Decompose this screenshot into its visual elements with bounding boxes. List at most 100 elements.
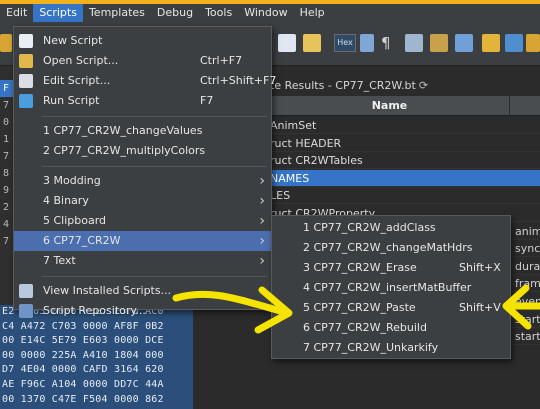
menu-item-label: 6 CP77_CR2W — [43, 234, 121, 247]
result-value: startFr — [515, 312, 540, 326]
result-name-text: AnimSet — [270, 119, 317, 132]
bookmark-icon[interactable] — [526, 34, 540, 52]
menu-scripts[interactable]: Scripts — [33, 4, 83, 22]
result-name-text: ruct HEADER — [270, 136, 342, 150]
menu-item-run-script[interactable]: Run Script F7 — [14, 91, 271, 111]
name-column-header[interactable]: Name — [270, 96, 510, 116]
view-scripts-icon — [19, 284, 33, 298]
value-column-header[interactable] — [511, 96, 540, 116]
offset-cell: 7 — [3, 100, 10, 111]
menu-item-label: 1 CP77_CR2W_changeValues — [43, 124, 203, 137]
result-row[interactable]: NAMES — [270, 169, 540, 187]
menu-item-folder-3-modding[interactable]: 3 Modding › — [14, 171, 271, 191]
run-script-icon — [19, 94, 33, 108]
menu-item-folder-6-cp77-cr2w[interactable]: 6 CP77_CR2W › — [14, 231, 271, 251]
offset-cell: 2 — [3, 202, 10, 213]
result-name-text: ruct CR2WTables — [270, 154, 363, 168]
menu-item-label: 4 Binary — [43, 194, 89, 207]
cp77-cr2w-submenu: 1 CP77_CR2W_addClass 2 CP77_CR2W_changeMa… — [271, 215, 511, 359]
result-value: frame — [515, 277, 540, 291]
offset-cell: 7 — [3, 151, 10, 162]
result-name: AnimSet — [270, 117, 510, 133]
hex-row[interactable]: 00 0000 225A A410 1804 000 — [0, 349, 193, 364]
menu-debug[interactable]: Debug — [151, 4, 199, 22]
chevron-right-icon: › — [259, 173, 265, 189]
menu-item-label: New Script — [43, 34, 103, 47]
menu-edit[interactable]: Edit — [0, 4, 33, 22]
goto-icon[interactable] — [455, 34, 473, 52]
menu-item-shortcut: F7 — [200, 94, 214, 107]
menu-item-label: Edit Script... — [43, 74, 111, 87]
result-value: anima — [515, 224, 540, 238]
submenu-item-2-cp77-cr2w-changemathdrs[interactable]: 2 CP77_CR2W_changeMatHdrs — [272, 238, 510, 258]
menu-item-label: 7 Text — [43, 254, 76, 267]
find-replace-icon[interactable] — [430, 34, 448, 52]
submenu-item-6-cp77-cr2w-rebuild[interactable]: 6 CP77_CR2W_Rebuild — [272, 318, 510, 338]
find-icon[interactable] — [405, 34, 423, 52]
folder-icon[interactable] — [0, 34, 12, 52]
hex-row[interactable]: D7 4E04 0000 CAFD 3164 620 — [0, 363, 193, 378]
menu-help[interactable]: Help — [294, 4, 331, 22]
pilcrow-icon[interactable]: ¶ — [381, 34, 391, 52]
menu-tools[interactable]: Tools — [199, 4, 238, 22]
script-icon[interactable] — [303, 34, 321, 52]
menu-item-shortcut: Shift+V — [459, 301, 501, 314]
menu-item-shortcut: Ctrl+Shift+F7 — [200, 74, 277, 87]
result-row[interactable]: ruct HEADER — [270, 135, 540, 152]
result-value: events — [515, 295, 540, 308]
submenu-item-4-cp77-cr2w-insertmatbuffer[interactable]: 4 CP77_CR2W_insertMatBuffer — [272, 278, 510, 298]
arrow-icon[interactable] — [505, 34, 523, 52]
menu-item-label: 2 CP77_CR2W_multiplyColors — [43, 144, 206, 157]
template-results-title: te Results - CP77_CR2W.bt ⟳ — [270, 78, 540, 94]
chevron-right-icon: › — [259, 193, 265, 209]
result-row[interactable]: ruct CR2WTables — [270, 152, 540, 170]
menu-item-folder-4-binary[interactable]: 4 Binary › — [14, 191, 271, 211]
menu-item-label: Run Script — [43, 94, 100, 107]
result-row[interactable]: LES — [270, 187, 540, 205]
menu-item-recent-script[interactable]: 1 CP77_CR2W_changeValues — [14, 121, 271, 141]
submenu-item-3-cp77-cr2w-erase[interactable]: 3 CP77_CR2W_Erase Shift+X — [272, 258, 510, 278]
menu-item-recent-script[interactable]: 2 CP77_CR2W_multiplyColors — [14, 141, 271, 161]
menu-item-new-script[interactable]: New Script — [14, 31, 271, 51]
edit-script-icon — [19, 74, 33, 88]
hex-row[interactable]: AE F96C A104 0000 DD7C 44A — [0, 378, 193, 393]
new-script-icon — [19, 34, 33, 48]
hex-mode-button[interactable]: Hex — [334, 34, 356, 52]
hex-row[interactable]: C4 A472 C703 0000 AF8F 0B2 — [0, 320, 193, 335]
submenu-item-5-cp77-cr2w-paste[interactable]: 5 CP77_CR2W_Paste Shift+V — [272, 298, 510, 318]
submenu-item-1-cp77-cr2w-addclass[interactable]: 1 CP77_CR2W_addClass — [272, 218, 510, 238]
menu-templates[interactable]: Templates — [83, 4, 151, 22]
refresh-icon[interactable]: ⟳ — [419, 79, 428, 92]
offset-cell: 1 — [3, 134, 10, 145]
menu-window[interactable]: Window — [238, 4, 293, 22]
open-script-icon — [19, 54, 33, 68]
menu-item-label: 3 CP77_CR2W_Erase — [303, 261, 417, 274]
menu-item-script-repository[interactable]: Script Repository... — [14, 301, 271, 321]
menu-item-folder-5-clipboard[interactable]: 5 Clipboard › — [14, 211, 271, 231]
menu-item-label: Open Script... — [43, 54, 119, 67]
calculator-icon[interactable] — [482, 34, 500, 52]
menu-item-label: 3 Modding — [43, 174, 101, 187]
view-icon[interactable] — [360, 34, 374, 52]
offset-cell: F — [0, 80, 14, 97]
menu-item-open-script[interactable]: Open Script... Ctrl+F7 — [14, 51, 271, 71]
menu-item-edit-script[interactable]: Edit Script... Ctrl+Shift+F7 — [14, 71, 276, 91]
chevron-right-icon: › — [259, 253, 265, 269]
offset-cell: 0 — [3, 117, 10, 128]
hex-row[interactable]: 00 E14C 5E79 E603 0000 DCE — [0, 334, 193, 349]
document-icon[interactable] — [278, 34, 296, 52]
result-row[interactable]: AnimSet — [270, 117, 540, 134]
submenu-item-7-cp77-cr2w-unkarkify[interactable]: 7 CP77_CR2W_Unkarkify — [272, 338, 510, 358]
offset-cell: 9 — [3, 185, 10, 196]
menu-item-label: 6 CP77_CR2W_Rebuild — [303, 321, 427, 334]
result-name-text: NAMES — [270, 171, 310, 185]
result-value: durati — [515, 259, 540, 273]
menu-item-label: Script Repository... — [43, 304, 146, 317]
menu-item-folder-7-text[interactable]: 7 Text › — [14, 251, 271, 271]
menu-separator — [42, 276, 267, 277]
menu-item-view-installed-scripts[interactable]: View Installed Scripts... — [14, 281, 271, 301]
result-name: LES — [270, 187, 510, 203]
offset-cell: 4 — [3, 219, 10, 230]
results-title-text: te Results - CP77_CR2W.bt — [270, 79, 416, 92]
hex-row[interactable]: 00 1370 C47E F504 0000 862 — [0, 393, 193, 408]
